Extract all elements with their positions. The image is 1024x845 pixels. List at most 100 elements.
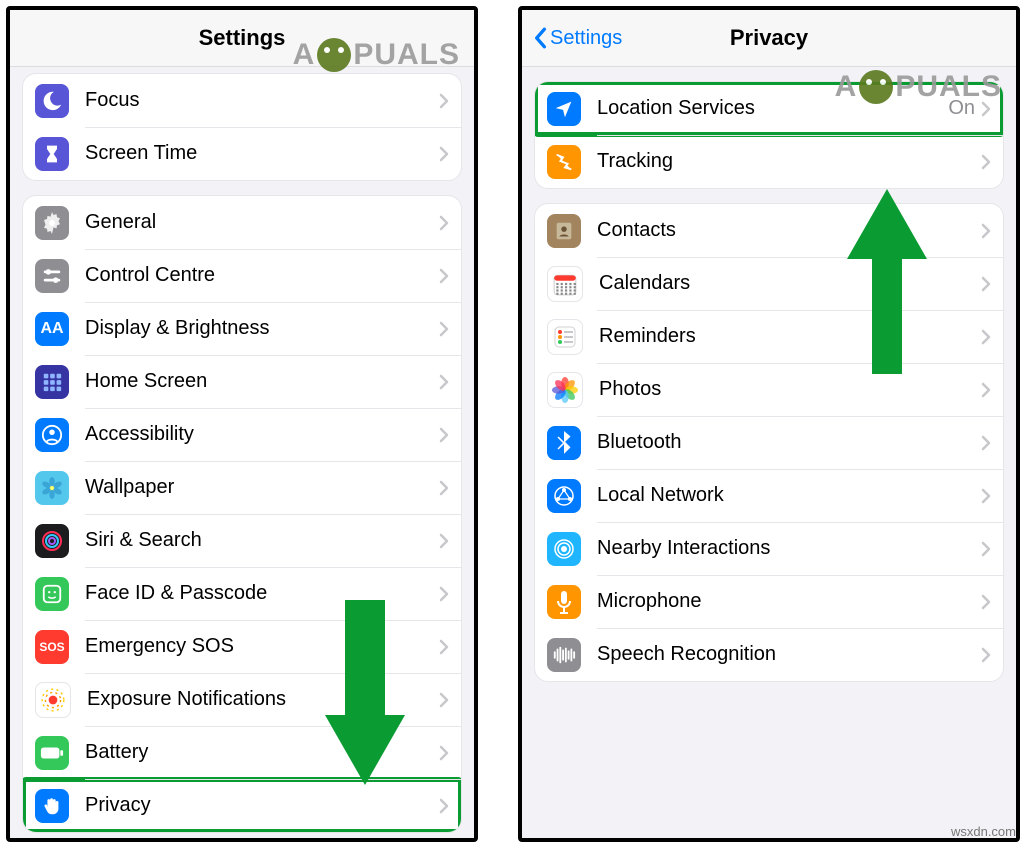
group-general: General Control CentreAADisplay & Brightn… — [22, 195, 462, 833]
chevron-right-icon — [439, 639, 449, 655]
row-label: Face ID & Passcode — [85, 582, 439, 605]
row-battery[interactable]: Battery — [23, 726, 461, 779]
watermark: APUALS — [835, 70, 1002, 104]
row-wallpaper[interactable]: Wallpaper — [23, 461, 461, 514]
watermark-face-icon — [859, 70, 893, 104]
chevron-right-icon — [981, 154, 991, 170]
focus-icon — [35, 84, 69, 118]
chevron-right-icon — [439, 745, 449, 761]
row-screen-time[interactable]: Screen Time — [23, 127, 461, 180]
microphone-icon — [547, 585, 581, 619]
row-calendars[interactable]: Calendars — [535, 257, 1003, 310]
row-speech[interactable]: Speech Recognition — [535, 628, 1003, 681]
chevron-right-icon — [981, 541, 991, 557]
chevron-right-icon — [439, 798, 449, 814]
row-label: Speech Recognition — [597, 643, 981, 666]
general-icon — [35, 206, 69, 240]
calendars-icon — [547, 266, 583, 302]
row-label: Focus — [85, 89, 439, 112]
watermark: APUALS — [293, 38, 460, 72]
row-bluetooth[interactable]: Bluetooth — [535, 416, 1003, 469]
chevron-right-icon — [981, 594, 991, 610]
row-focus[interactable]: Focus — [23, 74, 461, 127]
row-label: Home Screen — [85, 370, 439, 393]
wallpaper-icon — [35, 471, 69, 505]
row-home-screen[interactable]: Home Screen — [23, 355, 461, 408]
row-label: Contacts — [597, 219, 981, 242]
row-label: General — [85, 211, 439, 234]
row-contacts[interactable]: Contacts — [535, 204, 1003, 257]
chevron-right-icon — [981, 223, 991, 239]
localnet-icon — [547, 479, 581, 513]
row-nearby[interactable]: Nearby Interactions — [535, 522, 1003, 575]
chevron-right-icon — [981, 276, 991, 292]
row-label: Local Network — [597, 484, 981, 507]
row-label: Siri & Search — [85, 529, 439, 552]
chevron-right-icon — [439, 215, 449, 231]
contacts-icon — [547, 214, 581, 248]
chevron-right-icon — [439, 427, 449, 443]
chevron-right-icon — [981, 329, 991, 345]
page-title: Settings — [199, 25, 286, 51]
privacy-icon — [35, 789, 69, 823]
phone-privacy: Settings Privacy Location ServicesOnTrac… — [518, 6, 1020, 842]
row-label: Nearby Interactions — [597, 537, 981, 560]
speech-icon — [547, 638, 581, 672]
row-sos[interactable]: SOS Emergency SOS — [23, 620, 461, 673]
row-exposure[interactable]: Exposure Notifications — [23, 673, 461, 726]
row-label: Privacy — [85, 794, 439, 817]
exposure-icon — [35, 682, 71, 718]
back-button[interactable]: Settings — [532, 27, 622, 50]
chevron-right-icon — [439, 480, 449, 496]
chevron-right-icon — [439, 146, 449, 162]
row-label: Tracking — [597, 150, 981, 173]
reminders-icon — [547, 319, 583, 355]
chevron-right-icon — [981, 488, 991, 504]
chevron-right-icon — [439, 268, 449, 284]
row-label: Exposure Notifications — [87, 688, 439, 711]
chevron-right-icon — [439, 692, 449, 708]
row-faceid[interactable]: Face ID & Passcode — [23, 567, 461, 620]
row-label: Calendars — [599, 272, 981, 295]
chevron-right-icon — [439, 533, 449, 549]
row-label: Photos — [599, 378, 981, 401]
row-control-centre[interactable]: Control Centre — [23, 249, 461, 302]
faceid-icon — [35, 577, 69, 611]
row-reminders[interactable]: Reminders — [535, 310, 1003, 363]
group-data: Contacts Calendars Reminders Photos Bluetoot… — [534, 203, 1004, 682]
row-label: Emergency SOS — [85, 635, 439, 658]
battery-icon — [35, 736, 69, 770]
row-general[interactable]: General — [23, 196, 461, 249]
watermark-face-icon — [317, 38, 351, 72]
chevron-right-icon — [981, 382, 991, 398]
siri-icon — [35, 524, 69, 558]
row-accessibility[interactable]: Accessibility — [23, 408, 461, 461]
sos-icon: SOS — [35, 630, 69, 664]
phone-settings: Settings Focus Screen Time General Control … — [6, 6, 478, 842]
row-localnet[interactable]: Local Network — [535, 469, 1003, 522]
chevron-left-icon — [532, 27, 548, 49]
row-microphone[interactable]: Microphone — [535, 575, 1003, 628]
chevron-right-icon — [981, 647, 991, 663]
row-photos[interactable]: Photos — [535, 363, 1003, 416]
bluetooth-icon — [547, 426, 581, 460]
row-tracking[interactable]: Tracking — [535, 135, 1003, 188]
tracking-icon — [547, 145, 581, 179]
location-icon — [547, 92, 581, 126]
row-privacy[interactable]: Privacy — [23, 779, 461, 832]
back-label: Settings — [550, 27, 622, 50]
row-label: Screen Time — [85, 142, 439, 165]
privacy-body: Location ServicesOnTrackingContactsCalen… — [522, 81, 1016, 682]
row-label: Reminders — [599, 325, 981, 348]
row-display[interactable]: AADisplay & Brightness — [23, 302, 461, 355]
control-centre-icon — [35, 259, 69, 293]
stage: Settings Focus Screen Time General Control … — [0, 0, 1024, 845]
credit-text: wsxdn.com — [951, 824, 1016, 839]
nearby-icon — [547, 532, 581, 566]
row-label: Bluetooth — [597, 431, 981, 454]
photos-icon — [547, 372, 583, 408]
page-title: Privacy — [730, 25, 808, 51]
group-personal: Focus Screen Time — [22, 73, 462, 181]
row-siri[interactable]: Siri & Search — [23, 514, 461, 567]
row-label: Display & Brightness — [85, 317, 439, 340]
